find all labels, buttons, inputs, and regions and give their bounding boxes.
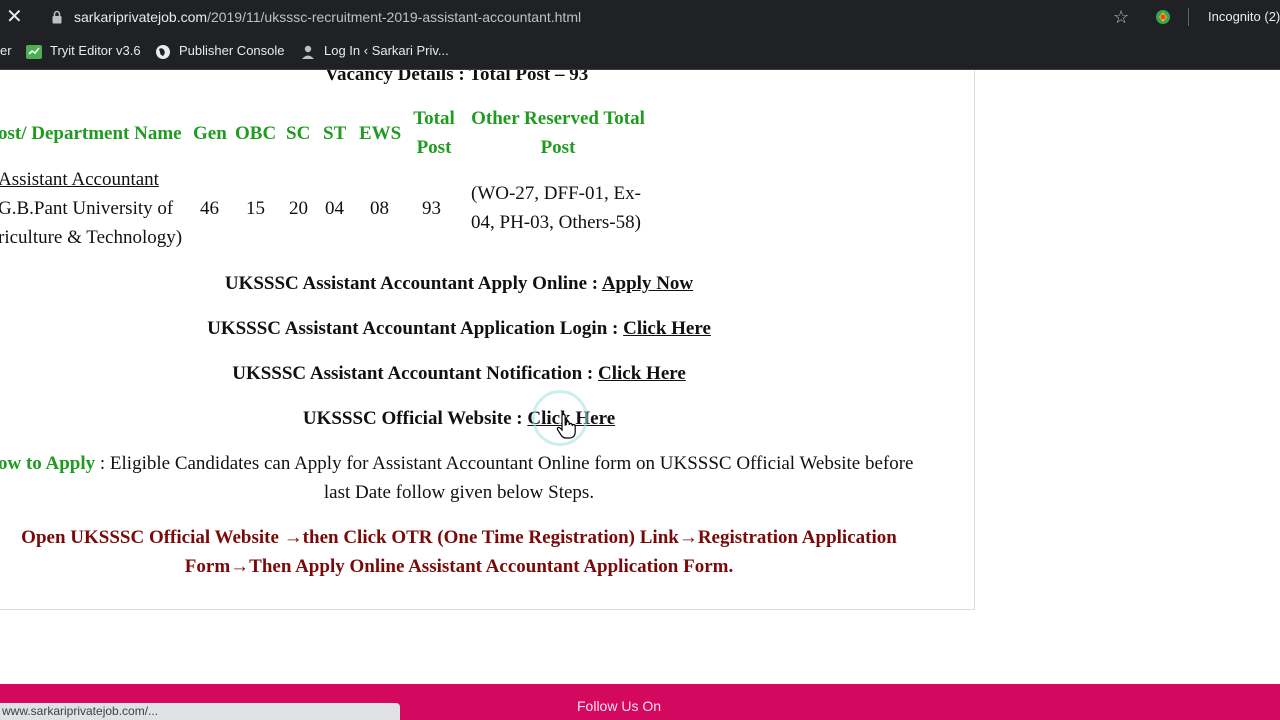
login-line: UKSSSC Assistant Accountant Application …	[0, 318, 920, 340]
website-label: UKSSSC Official Website :	[302, 408, 528, 429]
bookmark-publisher[interactable]: Publisher Console	[155, 43, 285, 60]
incognito-label[interactable]: Incognito (2)	[1208, 9, 1280, 24]
header-total-2: Post	[416, 137, 452, 158]
bookmarks-bar: er Tryit Editor v3.6 Publisher Console L…	[0, 34, 1280, 70]
cell-sc: 20	[289, 198, 308, 219]
notification-link[interactable]: Click Here	[598, 363, 686, 384]
steps-line-2: Form→Then Apply Online Assistant Account…	[184, 556, 734, 577]
header-obc: OBC	[235, 123, 277, 144]
apply-now-link[interactable]: Apply Now	[602, 273, 693, 294]
globe-icon	[156, 44, 170, 59]
cell-st: 04	[325, 198, 344, 219]
header-gen: Gen	[193, 123, 227, 144]
notification-line: UKSSSC Assistant Accountant Notification…	[0, 363, 920, 385]
dept-line-3: riculture & Technology)	[0, 227, 183, 248]
header-dept: ost/ Department Name	[0, 123, 182, 144]
bookmark-item[interactable]: er	[0, 43, 12, 58]
header-other-1: Other Reserved Total	[471, 108, 645, 129]
cell-total: 93	[422, 198, 441, 219]
bookmark-tryit[interactable]: Tryit Editor v3.6	[26, 43, 141, 59]
cell-obc: 15	[246, 198, 265, 219]
close-icon[interactable]: ✕	[6, 6, 26, 28]
vacancy-heading: Vacancy Details : Total Post – 93	[325, 70, 589, 85]
footer-title: Follow Us On	[577, 698, 662, 714]
login-link[interactable]: Click Here	[623, 318, 711, 339]
cell-other-1: (WO-27, DFF-01, Ex-	[471, 183, 641, 204]
browser-toolbar: ✕ sarkariprivatejob.com/2019/11/uksssc-r…	[0, 0, 1280, 34]
bookmark-label: Publisher Console	[179, 43, 285, 58]
dept-link[interactable]: Assistant Accountant	[0, 169, 159, 191]
header-other-2: Post	[540, 137, 576, 158]
how-to-apply-label: ow to Apply	[0, 453, 96, 474]
bookmark-login[interactable]: Log In ‹ Sarkari Priv...	[300, 43, 449, 60]
how-to-apply-text: : Eligible Candidates can Apply for Assi…	[95, 453, 914, 474]
address-bar[interactable]: sarkariprivatejob.com/2019/11/uksssc-rec…	[74, 9, 581, 25]
header-total-1: Total	[413, 108, 455, 129]
steps-line-1: Open UKSSSC Official Website →then Click…	[21, 527, 897, 548]
dept-line-2: G.B.Pant University of	[0, 198, 174, 219]
extension-icon[interactable]	[1155, 9, 1171, 25]
header-ews: EWS	[359, 123, 402, 144]
header-st: ST	[323, 123, 347, 144]
status-url: www.sarkariprivatejob.com/...	[0, 703, 400, 720]
star-icon[interactable]: ☆	[1113, 7, 1129, 28]
website-line: UKSSSC Official Website : Click Here	[0, 408, 920, 430]
tryit-icon	[26, 44, 42, 59]
cell-other-2: 04, PH-03, Others-58)	[471, 212, 641, 233]
toolbar-divider	[1188, 8, 1189, 26]
cell-gen: 46	[200, 198, 219, 219]
header-sc: SC	[286, 123, 311, 144]
url-path: /2019/11/uksssc-recruitment-2019-assista…	[207, 9, 582, 25]
url-host: sarkariprivatejob.com	[74, 9, 208, 25]
how-to-apply-line: ow to Apply : Eligible Candidates can Ap…	[0, 453, 913, 475]
cell-ews: 08	[370, 198, 389, 219]
apply-online-label: UKSSSC Assistant Accountant Apply Online…	[224, 273, 602, 294]
lock-icon[interactable]	[52, 10, 62, 24]
how-to-apply-text-2: last Date follow given below Steps.	[323, 482, 595, 503]
user-icon	[302, 45, 314, 59]
hand-cursor-icon	[556, 414, 576, 439]
login-label: UKSSSC Assistant Accountant Application …	[207, 318, 624, 339]
apply-online-line: UKSSSC Assistant Accountant Apply Online…	[0, 273, 920, 295]
article-content: Vacancy Details : Total Post – 93 ost/ D…	[0, 70, 975, 610]
notification-label: UKSSSC Assistant Accountant Notification…	[232, 363, 599, 384]
bookmark-label: Tryit Editor v3.6	[50, 43, 141, 58]
bookmark-label: er	[0, 43, 12, 58]
bookmark-label: Log In ‹ Sarkari Priv...	[324, 43, 449, 58]
